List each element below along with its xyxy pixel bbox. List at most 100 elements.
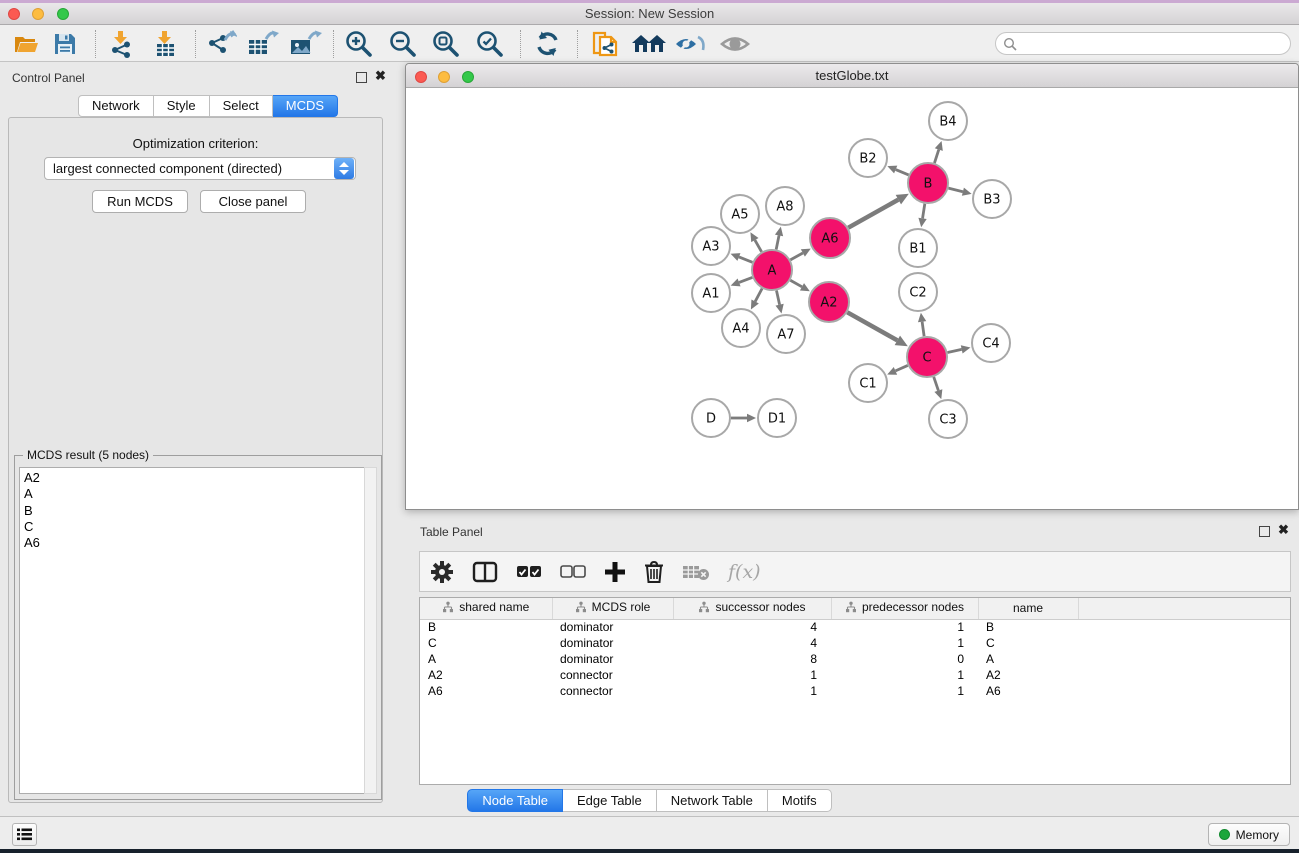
mcds-result-item[interactable]: A6	[24, 535, 365, 551]
table-cell[interactable]: C	[978, 635, 1078, 651]
table-cell[interactable]: connector	[552, 683, 673, 699]
task-history-button[interactable]	[12, 823, 37, 846]
table-settings-button[interactable]	[430, 560, 454, 584]
graph-edge-A-A4[interactable]	[755, 289, 762, 302]
mcds-result-item[interactable]: B	[24, 503, 365, 519]
import-network-button[interactable]	[106, 29, 136, 59]
table-cell[interactable]: A6	[978, 683, 1078, 699]
hide-panels-button[interactable]	[674, 29, 708, 59]
graph-edge-A-A8[interactable]	[776, 235, 779, 249]
column-header-predecessor-nodes[interactable]: predecessor nodes	[831, 598, 978, 619]
graph-edge-A-A3[interactable]	[739, 257, 753, 262]
table-cell[interactable]: A6	[420, 683, 552, 699]
run-mcds-button[interactable]: Run MCDS	[92, 190, 188, 213]
table-cell[interactable]: A	[420, 651, 552, 667]
table-row[interactable]: Adominator80A	[420, 651, 1290, 667]
table-cell[interactable]: B	[420, 619, 552, 635]
tab-network-table[interactable]: Network Table	[657, 789, 768, 812]
graph-edge-A2-C[interactable]	[847, 312, 897, 340]
column-header-shared-name[interactable]: shared name	[420, 598, 552, 619]
graph-edge-A-A2[interactable]	[790, 280, 802, 287]
graph-edge-C-C1[interactable]	[895, 365, 907, 370]
network-minimize-button[interactable]	[438, 71, 450, 83]
network-close-button[interactable]	[415, 71, 427, 83]
table-row[interactable]: Cdominator41C	[420, 635, 1290, 651]
zoom-window-button[interactable]	[57, 8, 69, 20]
home-button[interactable]	[630, 29, 668, 59]
table-cell[interactable]: A2	[420, 667, 552, 683]
table-cell[interactable]: 8	[673, 651, 831, 667]
graph-edge-A6-B[interactable]	[848, 200, 898, 228]
export-table-button[interactable]	[246, 29, 280, 59]
export-image-button[interactable]	[288, 29, 322, 59]
column-header-successor-nodes[interactable]: successor nodes	[673, 598, 831, 619]
mcds-result-scrollbar[interactable]	[364, 467, 377, 794]
graph-edge-A-A6[interactable]	[790, 253, 802, 260]
zoom-fit-button[interactable]	[431, 29, 461, 59]
export-network-button[interactable]	[205, 29, 237, 59]
table-cell[interactable]: dominator	[552, 651, 673, 667]
refresh-button[interactable]	[533, 29, 563, 59]
criterion-select[interactable]: largest connected component (directed)	[44, 157, 356, 180]
tab-motifs[interactable]: Motifs	[768, 789, 832, 812]
table-cell[interactable]: 1	[831, 635, 978, 651]
graph-edge-C-C4[interactable]	[948, 349, 962, 352]
mcds-result-item[interactable]: C	[24, 519, 365, 535]
graph-edge-C-C3[interactable]	[934, 377, 939, 391]
graph-edge-B-B1[interactable]	[923, 204, 925, 219]
table-cell[interactable]: C	[420, 635, 552, 651]
mcds-result-item[interactable]: A2	[24, 470, 365, 486]
table-cell[interactable]: A2	[978, 667, 1078, 683]
unselect-all-columns-button[interactable]	[560, 565, 586, 579]
zoom-in-button[interactable]	[344, 29, 374, 59]
table-cell[interactable]: connector	[552, 667, 673, 683]
table-panel-float-button[interactable]	[1259, 526, 1270, 537]
table-cell[interactable]: B	[978, 619, 1078, 635]
graph-edge-A-A5[interactable]	[755, 240, 762, 252]
control-panel-tab-mcds[interactable]: MCDS	[273, 95, 338, 117]
column-header-MCDS-role[interactable]: MCDS role	[552, 598, 673, 619]
delete-column-button[interactable]	[644, 560, 664, 584]
network-window-titlebar[interactable]: testGlobe.txt	[406, 64, 1298, 88]
table-cell[interactable]: 4	[673, 635, 831, 651]
table-cell[interactable]: 1	[673, 683, 831, 699]
network-document-button[interactable]	[590, 29, 622, 59]
control-panel-tab-select[interactable]: Select	[210, 95, 273, 117]
table-cell[interactable]: A	[978, 651, 1078, 667]
table-row[interactable]: Bdominator41B	[420, 619, 1290, 635]
graph-edge-B-B3[interactable]	[948, 188, 963, 192]
tab-node-table[interactable]: Node Table	[467, 789, 563, 812]
graph-edge-C-C2[interactable]	[922, 322, 924, 336]
memory-button[interactable]: Memory	[1208, 823, 1290, 846]
table-row[interactable]: A6connector11A6	[420, 683, 1290, 699]
control-panel-tab-style[interactable]: Style	[154, 95, 210, 117]
close-panel-button[interactable]: Close panel	[200, 190, 306, 213]
control-panel-float-button[interactable]	[356, 72, 367, 83]
table-cell[interactable]: 1	[831, 683, 978, 699]
network-canvas[interactable]: B4B2BB3A8A5A6A3B1AA1C2A2A4A7C4CC1C3DD1	[407, 89, 1298, 509]
table-row[interactable]: A2connector11A2	[420, 667, 1290, 683]
split-table-view-button[interactable]	[472, 561, 498, 583]
zoom-selected-button[interactable]	[475, 29, 505, 59]
minimize-window-button[interactable]	[32, 8, 44, 20]
column-header-name[interactable]: name	[978, 598, 1078, 619]
open-session-button[interactable]	[12, 29, 40, 59]
tab-edge-table[interactable]: Edge Table	[563, 789, 657, 812]
table-cell[interactable]: dominator	[552, 635, 673, 651]
select-all-columns-button[interactable]	[516, 565, 542, 579]
save-session-button[interactable]	[52, 29, 78, 59]
table-cell[interactable]: 1	[831, 619, 978, 635]
mcds-result-item[interactable]: A	[24, 486, 365, 502]
show-panels-button[interactable]	[718, 29, 752, 59]
table-cell[interactable]: 4	[673, 619, 831, 635]
graph-edge-B-B4[interactable]	[934, 150, 938, 163]
table-cell[interactable]: 0	[831, 651, 978, 667]
zoom-out-button[interactable]	[388, 29, 418, 59]
graph-edge-A-A7[interactable]	[776, 291, 779, 305]
graph-edge-A-A1[interactable]	[739, 277, 752, 282]
delete-table-button[interactable]	[682, 563, 710, 581]
import-table-button[interactable]	[150, 29, 180, 59]
close-window-button[interactable]	[8, 8, 20, 20]
table-cell[interactable]: 1	[673, 667, 831, 683]
search-field[interactable]	[995, 32, 1291, 55]
